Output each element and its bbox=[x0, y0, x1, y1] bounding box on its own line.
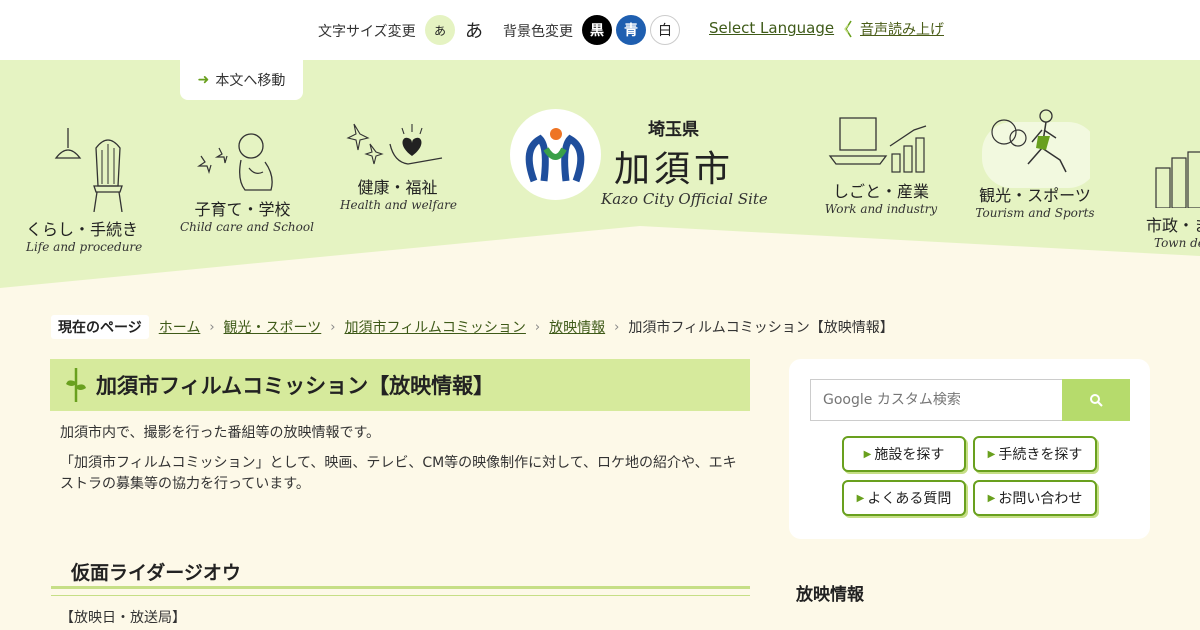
chevron-right-icon: › bbox=[330, 319, 336, 335]
button-label: お問い合わせ bbox=[998, 491, 1083, 507]
bg-black-button[interactable]: 黒 bbox=[582, 15, 612, 45]
speech-link[interactable]: 音声読み上げ bbox=[843, 19, 944, 39]
nav-label: くらし・手続き bbox=[26, 220, 139, 239]
city-emblem-icon bbox=[525, 128, 585, 183]
skip-to-content-link[interactable]: ➜ 本文へ移動 bbox=[180, 60, 303, 100]
nav-label: しごと・産業 bbox=[832, 182, 929, 201]
nav-label: 健康・福祉 bbox=[357, 178, 438, 197]
find-facility-button[interactable]: ▶ 施設を探す bbox=[842, 436, 966, 472]
page-title: 加須市フィルムコミッション【放映情報】 bbox=[96, 374, 495, 398]
nav-life-procedure[interactable]: くらし・手続き Life and procedure bbox=[26, 128, 143, 254]
breadcrumb-current: 加須市フィルムコミッション【放映情報】 bbox=[628, 320, 894, 336]
breadcrumb: 現在のページ ホーム › 観光・スポーツ › 加須市フィルムコミッション › 放… bbox=[51, 315, 894, 339]
nav-sublabel: Work and industry bbox=[824, 202, 938, 216]
breadcrumb-film-commission[interactable]: 加須市フィルムコミッション bbox=[344, 317, 525, 337]
heart-hand-icon bbox=[345, 123, 442, 165]
skip-label: 本文へ移動 bbox=[215, 73, 286, 89]
nav-sublabel: Tourism and Sports bbox=[975, 206, 1095, 220]
section-heading: 仮面ライダージオウ bbox=[71, 562, 241, 584]
logo-prefecture: 埼玉県 bbox=[648, 120, 699, 140]
broadcast-label: 【放映日・放送局】 bbox=[60, 610, 186, 626]
search-button[interactable] bbox=[1062, 379, 1130, 421]
nav-sublabel: Life and procedure bbox=[26, 240, 143, 254]
nav-health-welfare[interactable]: 健康・福祉 Health and welfare bbox=[340, 122, 457, 212]
speaker-icon bbox=[844, 20, 852, 38]
laptop-chart-icon bbox=[828, 117, 927, 173]
nav-sublabel: Town dev bbox=[1154, 236, 1200, 250]
select-language-link[interactable]: Select Language bbox=[709, 19, 834, 37]
nav-child-care-school[interactable]: 子育て・学校 Child care and School bbox=[180, 132, 314, 234]
triangle-right-icon: ▶ bbox=[987, 448, 996, 460]
runner-icon bbox=[982, 109, 1090, 188]
intro-text: 加須市内で、撮影を行った番組等の放映情報です。 bbox=[60, 425, 381, 441]
speech-label: 音声読み上げ bbox=[860, 22, 944, 38]
page-title-bar: 加須市フィルムコミッション【放映情報】 bbox=[50, 359, 750, 411]
breadcrumb-tourism[interactable]: 観光・スポーツ bbox=[224, 317, 322, 337]
nav-label: 子育て・学校 bbox=[194, 200, 291, 219]
sprout-icon bbox=[66, 368, 86, 402]
nav-work-industry[interactable]: しごと・産業 Work and industry bbox=[822, 116, 940, 216]
triangle-right-icon: ▶ bbox=[987, 492, 996, 504]
chevron-right-icon: › bbox=[209, 319, 215, 335]
intro-description: 「加須市フィルムコミッション」として、映画、テレビ、CM等の映像制作に対して、ロ… bbox=[60, 455, 737, 492]
bg-white-button[interactable]: 白 bbox=[650, 15, 680, 45]
nav-label: 市政・ま bbox=[1146, 216, 1200, 235]
find-procedure-button[interactable]: ▶ 手続きを探す bbox=[973, 436, 1097, 472]
nav-label: 観光・スポーツ bbox=[979, 186, 1091, 205]
search-icon bbox=[1090, 394, 1103, 407]
nav-tourism-sports[interactable]: 観光・スポーツ Tourism and Sports bbox=[975, 108, 1095, 220]
button-label: よくある質問 bbox=[867, 491, 952, 507]
city-logo[interactable] bbox=[510, 109, 601, 200]
breadcrumb-broadcast[interactable]: 放映情報 bbox=[549, 317, 605, 337]
font-large-button[interactable]: あ bbox=[459, 15, 489, 45]
logo-city-name: 加須市 bbox=[614, 149, 735, 190]
sidebar-section-title: 放映情報 bbox=[796, 585, 864, 605]
chevron-right-icon: › bbox=[534, 319, 541, 335]
chair-lamp-icon bbox=[54, 128, 123, 212]
font-small-button[interactable]: あ bbox=[425, 15, 455, 45]
section-heading-underline bbox=[51, 586, 750, 596]
baby-icon bbox=[196, 133, 273, 191]
arrow-right-icon: ➜ bbox=[197, 72, 210, 88]
nav-sublabel: Child care and School bbox=[180, 220, 314, 234]
contact-button[interactable]: ▶ お問い合わせ bbox=[973, 480, 1097, 516]
font-size-label: 文字サイズ変更 bbox=[318, 24, 416, 40]
search-input[interactable] bbox=[810, 379, 1063, 421]
utility-bar: 文字サイズ変更 あ あ 背景色変更 黒 青 白 Select Language … bbox=[0, 0, 1200, 60]
button-label: 手続きを探す bbox=[998, 447, 1083, 463]
bg-blue-button[interactable]: 青 bbox=[616, 15, 646, 45]
faq-button[interactable]: ▶ よくある質問 bbox=[842, 480, 966, 516]
background-color-label: 背景色変更 bbox=[503, 24, 573, 40]
triangle-right-icon: ▶ bbox=[856, 492, 865, 504]
nav-sublabel: Health and welfare bbox=[340, 198, 457, 212]
triangle-right-icon: ▶ bbox=[863, 448, 872, 460]
button-label: 施設を探す bbox=[874, 447, 945, 463]
breadcrumb-label: 現在のページ bbox=[51, 315, 149, 339]
city-buildings-icon bbox=[1155, 151, 1200, 208]
logo-subtitle: Kazo City Official Site bbox=[601, 190, 768, 208]
breadcrumb-home[interactable]: ホーム bbox=[159, 317, 201, 337]
nav-town-development[interactable]: 市政・ま Town dev bbox=[1140, 150, 1200, 250]
chevron-right-icon: › bbox=[614, 319, 620, 335]
